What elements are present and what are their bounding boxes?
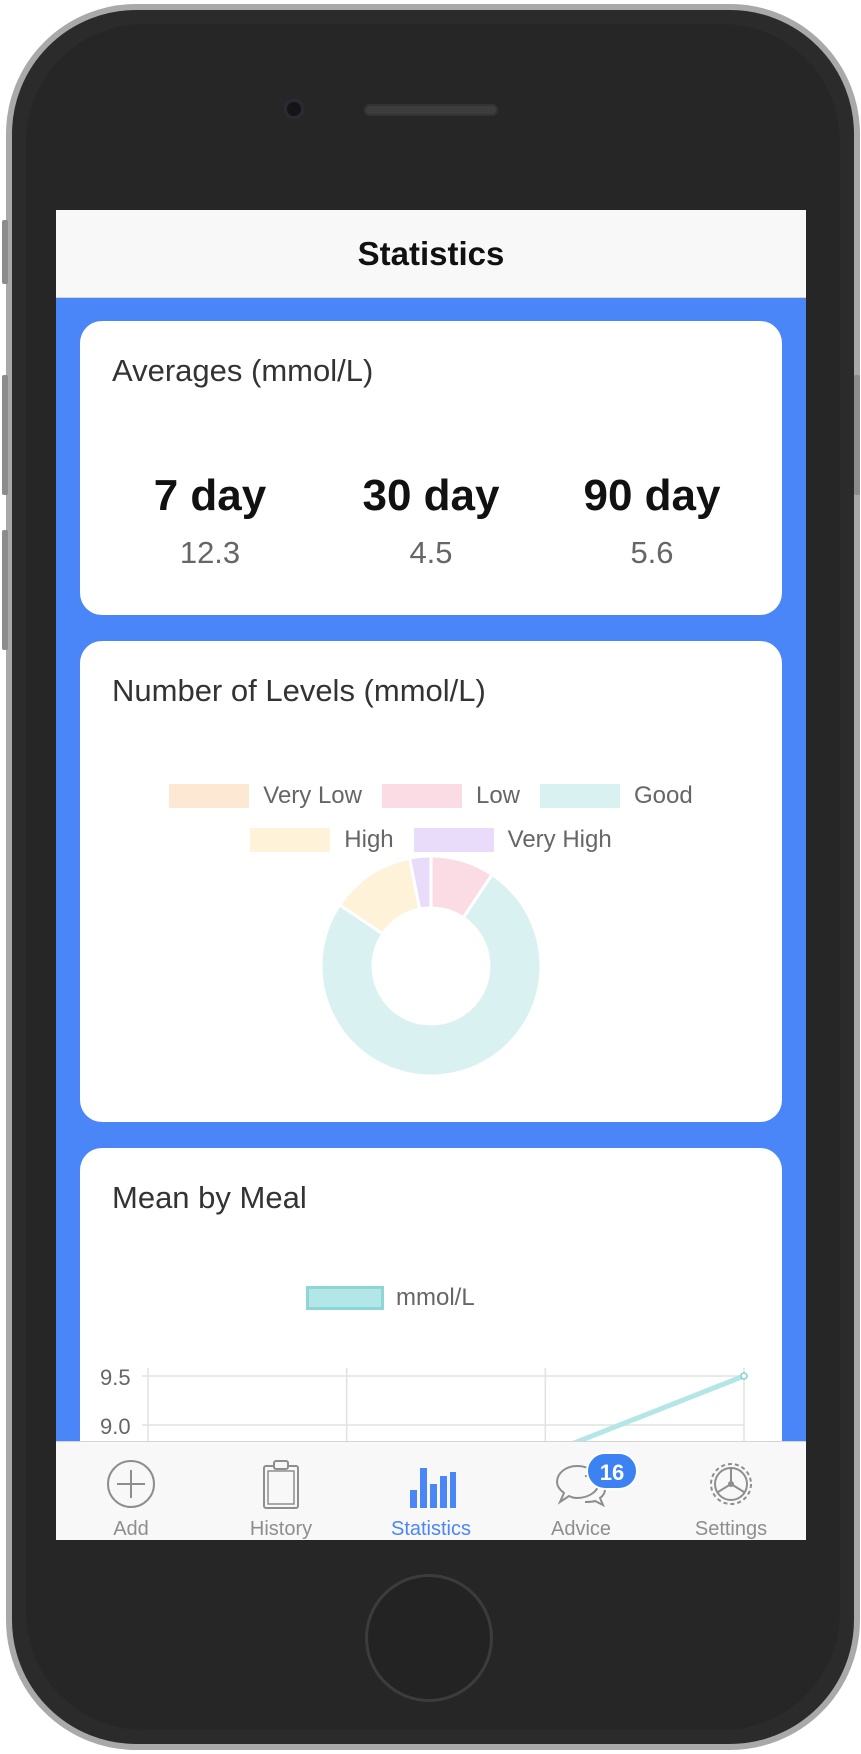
tab-settings[interactable]: Settings [656,1442,806,1540]
volume-up-button [2,375,8,495]
power-button [854,375,860,495]
data-point[interactable] [740,1372,748,1380]
home-button[interactable] [365,1574,493,1702]
tab-label: Statistics [390,1518,472,1540]
average-30-day: 30 day 4.5 [321,471,541,571]
earpiece-speaker [364,104,498,116]
navigation-bar: Statistics [56,210,806,298]
average-value: 4.5 [409,535,453,570]
tab-label: Settings [694,1518,768,1540]
tab-advice[interactable]: 16 Advice [506,1442,656,1540]
tab-statistics[interactable]: Statistics [356,1442,506,1540]
volume-down-button [2,530,8,650]
averages-title: Averages (mmol/L) [112,353,374,388]
levels-doughnut-chart [319,854,543,1078]
page-title: Statistics [357,234,505,272]
bar-chart-icon [410,1468,456,1508]
y-tick-label: 9.0 [100,1414,131,1439]
tab-history[interactable]: History [206,1442,356,1540]
tab-bar: Add History Statistics 16 Advice Setting… [56,1441,806,1540]
average-label: 90 day [583,471,721,520]
averages-card: Averages (mmol/L) 7 day 12.3 30 day 4.5 … [80,321,782,615]
clipboard-icon [263,1460,299,1509]
advice-badge: 16 [586,1452,638,1490]
average-value: 5.6 [630,535,674,570]
levels-card: Number of Levels (mmol/L) Very Low Low G… [80,641,782,1122]
front-camera [283,98,305,120]
average-label: 7 day [153,471,267,520]
tab-add[interactable]: Add [56,1442,206,1540]
tab-label: Advice [550,1518,612,1540]
mute-switch [2,220,8,284]
average-value: 12.3 [179,535,241,570]
plus-circle-icon [107,1460,155,1508]
average-90-day: 90 day 5.6 [542,471,762,571]
app-screen: Statistics Averages (mmol/L) 7 day 12.3 … [56,210,806,1540]
tab-label: Add [113,1518,149,1540]
average-label: 30 day [362,471,500,520]
gear-icon [710,1463,752,1505]
y-tick-label: 9.5 [100,1365,131,1390]
tab-label: History [249,1518,313,1540]
average-7-day: 7 day 12.3 [100,471,320,571]
